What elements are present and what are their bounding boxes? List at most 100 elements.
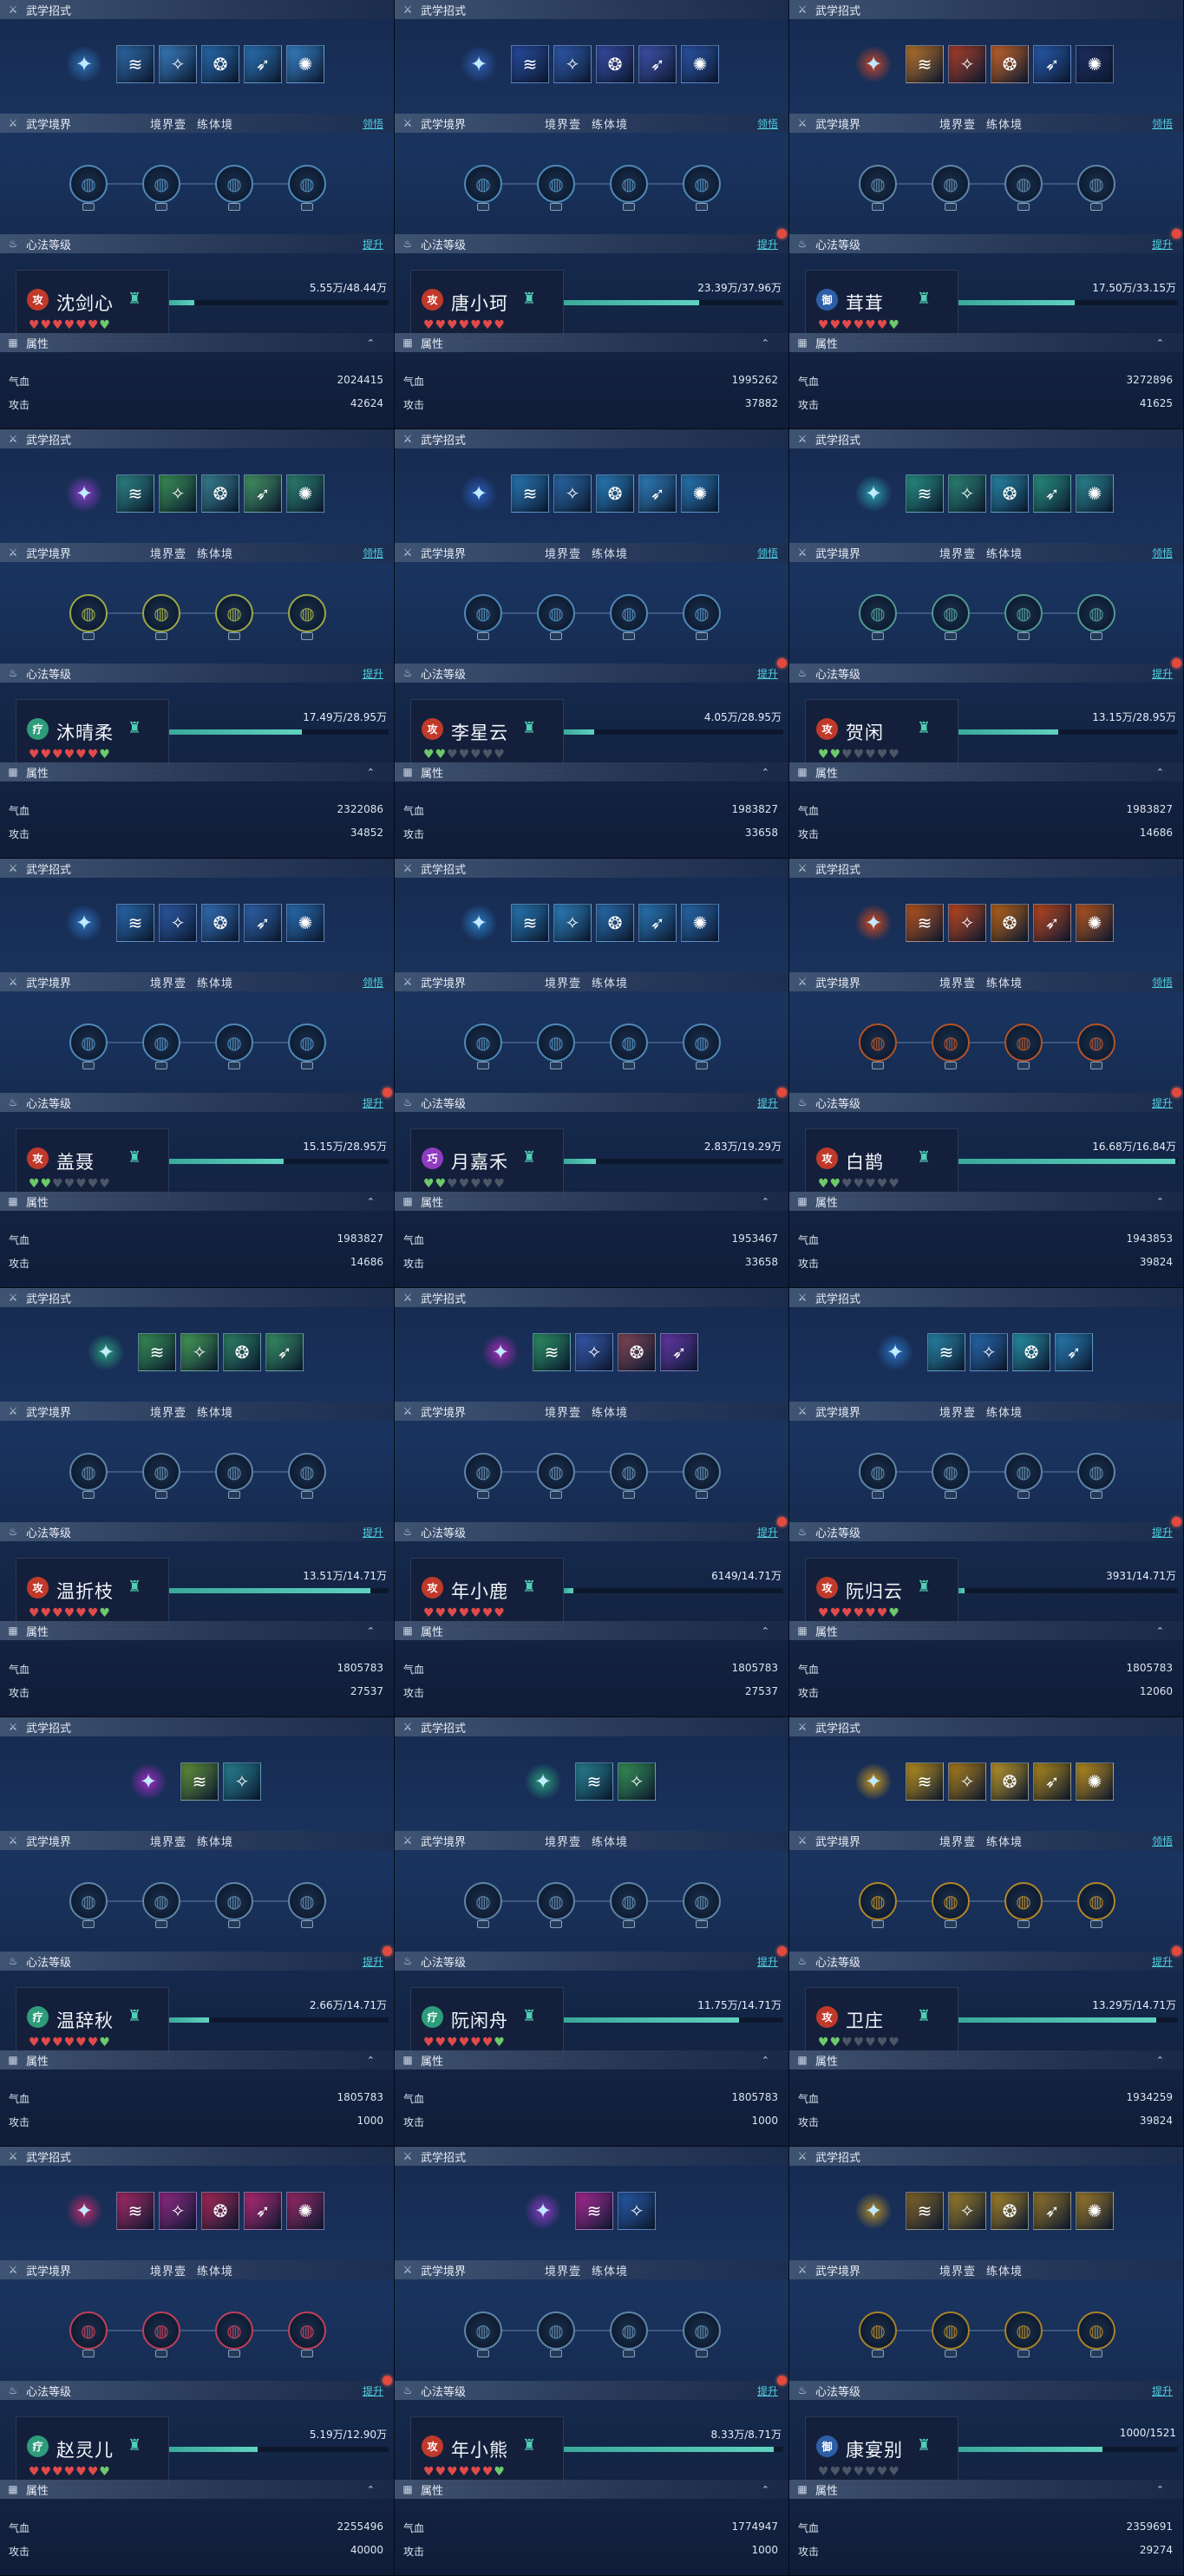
realm-node-icon[interactable]: ◍ [932,2311,970,2350]
hero-card[interactable]: 攻李星云 ♜ ♥♥♥♥♥♥♥ [410,699,564,771]
main-skill-icon[interactable]: ✦ [525,2193,561,2229]
realm-node-icon[interactable]: ◍ [610,1453,648,1491]
hero-card[interactable]: 御康宴别 ♜ ♥♥♥♥♥♥♥ [805,2416,958,2488]
skill-icon[interactable]: ✧ [180,1333,219,1371]
hero-card[interactable]: 攻白鹊 ♜ ♥♥♥♥♥♥♥ [805,1128,958,1200]
realm-node-icon[interactable]: ◍ [142,1453,180,1491]
upgrade-link[interactable]: 提升 [363,666,383,681]
collapse-caret-icon[interactable]: ⌃ [762,2484,769,2495]
skill-icon[interactable]: ≋ [511,474,549,513]
comprehend-link[interactable]: 领悟 [1152,975,1173,990]
realm-node-icon[interactable]: ◍ [288,594,326,632]
realm-node-icon[interactable]: ◍ [69,594,108,632]
realm-node-icon[interactable]: ◍ [537,1882,575,1920]
skill-icon[interactable]: ✧ [948,1762,986,1801]
skill-icon[interactable]: ≋ [116,45,154,83]
skill-icon[interactable]: ✧ [159,474,197,513]
main-skill-icon[interactable]: ✦ [877,1334,913,1370]
skill-icon[interactable]: ➶ [244,474,282,513]
main-skill-icon[interactable]: ✦ [461,475,497,512]
realm-node-icon[interactable]: ◍ [683,1453,721,1491]
skill-icon[interactable]: ✧ [948,474,986,513]
collapse-caret-icon[interactable]: ⌃ [1156,2484,1164,2495]
skill-icon[interactable]: ✺ [681,45,719,83]
skill-icon[interactable]: ❂ [201,904,239,942]
skill-icon[interactable]: ≋ [116,904,154,942]
upgrade-link[interactable]: 提升 [1152,1954,1173,1969]
skill-icon[interactable]: ❂ [201,2192,239,2230]
skill-icon[interactable]: ≋ [906,474,944,513]
skill-icon[interactable]: ≋ [511,45,549,83]
skill-icon[interactable]: ✺ [1076,2192,1114,2230]
realm-node-icon[interactable]: ◍ [610,1023,648,1062]
realm-node-icon[interactable]: ◍ [859,1882,897,1920]
skill-icon[interactable]: ❂ [1012,1333,1050,1371]
realm-node-icon[interactable]: ◍ [464,594,502,632]
skill-icon[interactable]: ➶ [1033,474,1071,513]
realm-node-icon[interactable]: ◍ [1077,1882,1115,1920]
realm-node-icon[interactable]: ◍ [215,2311,253,2350]
hero-card[interactable]: 疗赵灵儿 ♜ ♥♥♥♥♥♥♥ [16,2416,169,2488]
realm-node-icon[interactable]: ◍ [932,1882,970,1920]
hero-card[interactable]: 攻阮归云 ♜ ♥♥♥♥♥♥♥ [805,1558,958,1630]
realm-node-icon[interactable]: ◍ [464,1882,502,1920]
realm-node-icon[interactable]: ◍ [69,2311,108,2350]
collapse-caret-icon[interactable]: ⌃ [762,2055,769,2066]
hero-card[interactable]: 攻贺闲 ♜ ♥♥♥♥♥♥♥ [805,699,958,771]
skill-icon[interactable]: ❂ [201,45,239,83]
realm-node-icon[interactable]: ◍ [610,594,648,632]
upgrade-link[interactable]: 提升 [1152,1525,1173,1540]
realm-node-icon[interactable]: ◍ [1077,2311,1115,2350]
upgrade-link[interactable]: 提升 [1152,2383,1173,2398]
realm-node-icon[interactable]: ◍ [142,1023,180,1062]
skill-icon[interactable]: ✺ [286,2192,324,2230]
realm-node-icon[interactable]: ◍ [610,1882,648,1920]
main-skill-icon[interactable]: ✦ [855,2193,892,2229]
realm-node-icon[interactable]: ◍ [215,1882,253,1920]
realm-node-icon[interactable]: ◍ [1004,594,1043,632]
main-skill-icon[interactable]: ✦ [461,46,497,82]
skill-icon[interactable]: ➶ [265,1333,304,1371]
realm-node-icon[interactable]: ◍ [859,594,897,632]
realm-node-icon[interactable]: ◍ [537,594,575,632]
collapse-caret-icon[interactable]: ⌃ [367,337,375,349]
skill-icon[interactable]: ≋ [906,45,944,83]
skill-icon[interactable]: ✧ [159,904,197,942]
realm-node-icon[interactable]: ◍ [683,594,721,632]
skill-icon[interactable]: ➶ [638,45,677,83]
skill-icon[interactable]: ≋ [511,904,549,942]
skill-icon[interactable]: ≋ [575,1762,613,1801]
realm-node-icon[interactable]: ◍ [69,1882,108,1920]
collapse-caret-icon[interactable]: ⌃ [762,767,769,778]
hero-card[interactable]: 攻温折枝 ♜ ♥♥♥♥♥♥♥ [16,1558,169,1630]
realm-node-icon[interactable]: ◍ [288,2311,326,2350]
main-skill-icon[interactable]: ✦ [88,1334,124,1370]
realm-node-icon[interactable]: ◍ [215,1023,253,1062]
skill-icon[interactable]: ❂ [991,474,1029,513]
hero-card[interactable]: 攻卫庄 ♜ ♥♥♥♥♥♥♥ [805,1987,958,2059]
realm-node-icon[interactable]: ◍ [683,1023,721,1062]
skill-icon[interactable]: ≋ [116,2192,154,2230]
realm-node-icon[interactable]: ◍ [1004,165,1043,203]
realm-node-icon[interactable]: ◍ [288,165,326,203]
comprehend-link[interactable]: 领悟 [757,546,778,560]
upgrade-link[interactable]: 提升 [1152,237,1173,252]
skill-icon[interactable]: ➶ [1055,1333,1093,1371]
comprehend-link[interactable]: 领悟 [363,116,383,131]
collapse-caret-icon[interactable]: ⌃ [762,1625,769,1637]
realm-node-icon[interactable]: ◍ [142,594,180,632]
realm-node-icon[interactable]: ◍ [859,165,897,203]
collapse-caret-icon[interactable]: ⌃ [762,1196,769,1207]
collapse-caret-icon[interactable]: ⌃ [1156,2055,1164,2066]
skill-icon[interactable]: ✺ [1076,45,1114,83]
realm-node-icon[interactable]: ◍ [464,165,502,203]
main-skill-icon[interactable]: ✦ [66,905,102,941]
hero-card[interactable]: 疗温辞秋 ♜ ♥♥♥♥♥♥♥ [16,1987,169,2059]
skill-icon[interactable]: ✺ [681,474,719,513]
collapse-caret-icon[interactable]: ⌃ [367,1625,375,1637]
realm-node-icon[interactable]: ◍ [215,1453,253,1491]
comprehend-link[interactable]: 领悟 [363,546,383,560]
upgrade-link[interactable]: 提升 [757,666,778,681]
realm-node-icon[interactable]: ◍ [1004,1023,1043,1062]
realm-node-icon[interactable]: ◍ [142,1882,180,1920]
